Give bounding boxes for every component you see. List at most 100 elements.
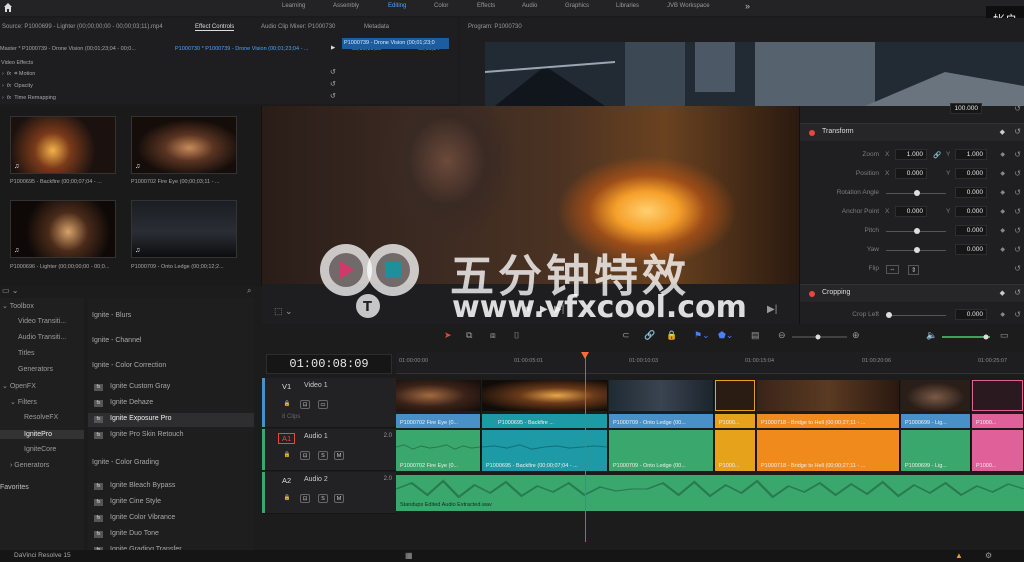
reset-icon[interactable]: ↺ bbox=[1014, 310, 1021, 319]
audio-clip[interactable]: P1000702 Fire Eye (0... bbox=[396, 430, 481, 471]
mute-button[interactable]: M bbox=[334, 494, 344, 503]
media-pool-clip[interactable]: ♫ bbox=[131, 200, 237, 258]
reset-icon[interactable]: ↺ bbox=[330, 68, 336, 76]
tree-resolvefx[interactable]: ResolveFX bbox=[24, 414, 58, 421]
tab-jvb-workspace[interactable]: JVB Workspace bbox=[667, 3, 710, 9]
flip-vertical-icon[interactable]: ⇕ bbox=[908, 265, 920, 275]
anchor-x-field[interactable]: 0.000 bbox=[895, 206, 927, 217]
lock-icon[interactable]: 🔒 bbox=[282, 494, 292, 503]
tab-assembly[interactable]: Assembly bbox=[333, 3, 359, 9]
audio-clip[interactable]: P1000699 - Lig... bbox=[901, 430, 971, 471]
timeline-ruler[interactable]: 01:00:00:00 01:00:05:01 01:00:10:03 01:0… bbox=[396, 352, 1024, 374]
zoom-x-field[interactable]: 1.000 bbox=[895, 149, 927, 160]
selection-tool-icon[interactable]: ➤ bbox=[444, 330, 452, 341]
lock-icon[interactable]: 🔒 bbox=[282, 451, 292, 460]
zoom-out-icon[interactable]: ⊖ bbox=[778, 330, 786, 341]
blade-tool-icon[interactable]: ⌷ bbox=[514, 330, 519, 341]
auto-select-icon[interactable]: ⊡ bbox=[300, 451, 310, 460]
track-name[interactable]: Audio 2 bbox=[304, 476, 328, 483]
keyframe-diamond-icon[interactable]: ◆ bbox=[1000, 151, 1005, 158]
video-clip[interactable]: P1000... bbox=[972, 380, 1024, 428]
motion-row[interactable]: › fx ⌗ Motion bbox=[2, 71, 35, 78]
track-id[interactable]: A1 bbox=[278, 433, 296, 444]
audio-clip[interactable]: P1000718 - Bridge to Hell (00;00;27;11 -… bbox=[757, 430, 900, 471]
keyframe-diamond-icon[interactable]: ◆ bbox=[1000, 189, 1005, 196]
effect-item[interactable]: fx Ignite Color Vibrance bbox=[88, 512, 254, 526]
zoom-in-icon[interactable]: ⊕ bbox=[852, 330, 860, 341]
edit-page-icon[interactable]: ▦ bbox=[405, 551, 413, 560]
solo-button[interactable]: S bbox=[318, 494, 328, 503]
tree-titles[interactable]: Titles bbox=[18, 350, 34, 357]
track-header-v1[interactable]: V1 Video 1 🔒 ⊡ ▭ 8 Clips bbox=[262, 378, 396, 428]
media-pool-clip[interactable]: ♫ bbox=[131, 116, 237, 174]
group-color-correction[interactable]: Ignite - Color Correction bbox=[92, 362, 166, 369]
more-workspaces-icon[interactable]: » bbox=[745, 1, 750, 11]
top-value-field[interactable]: 100.000 bbox=[950, 103, 982, 114]
rotation-field[interactable]: 0.000 bbox=[955, 187, 987, 198]
program-title[interactable]: Program: P1000730 bbox=[468, 24, 522, 30]
tab-effects[interactable]: Effects bbox=[477, 3, 495, 9]
tree-toolbox[interactable]: ⌄ Toolbox bbox=[2, 302, 34, 310]
effect-item-selected[interactable]: fx Ignite Exposure Pro bbox=[88, 413, 254, 427]
sequence-clip-label[interactable]: P1000730 * P1000739 - Drone Vision (00;0… bbox=[175, 46, 309, 52]
dynamic-trim-icon[interactable]: ⧈ bbox=[490, 330, 496, 341]
auto-select-icon[interactable]: ⊡ bbox=[300, 400, 310, 409]
tree-openfx[interactable]: ⌄ OpenFX bbox=[2, 382, 36, 390]
transform-section-header[interactable]: Transform ◆ ↺ bbox=[800, 123, 1024, 141]
group-channel[interactable]: Ignite - Channel bbox=[92, 337, 141, 344]
home-icon[interactable] bbox=[3, 2, 13, 13]
timeline-timecode[interactable]: 01:00:08:09 bbox=[266, 354, 392, 374]
volume-slider[interactable] bbox=[942, 334, 990, 340]
group-color-grading[interactable]: Ignite - Color Grading bbox=[92, 459, 159, 466]
anchor-y-field[interactable]: 0.000 bbox=[955, 206, 987, 217]
media-pool-clip[interactable]: ♫ bbox=[10, 200, 116, 258]
effect-item[interactable]: fx Ignite Dehaze bbox=[88, 397, 254, 411]
tab-graphics[interactable]: Graphics bbox=[565, 3, 589, 9]
track-header-a2[interactable]: A2 Audio 2 2.0 🔒 ⊡ S M bbox=[262, 472, 396, 514]
reset-icon[interactable]: ↺ bbox=[1014, 264, 1021, 273]
tree-ignitepro[interactable]: IgnitePro bbox=[0, 430, 84, 439]
opacity-row[interactable]: › fx Opacity bbox=[2, 83, 33, 89]
tab-effect-controls[interactable]: Effect Controls bbox=[195, 24, 235, 31]
track-header-a1[interactable]: A1 Audio 1 2.0 🔒 ⊡ S M bbox=[262, 429, 396, 471]
reset-icon[interactable]: ↺ bbox=[1014, 245, 1021, 254]
reset-icon[interactable]: ↺ bbox=[1014, 188, 1021, 197]
solo-button[interactable]: S bbox=[318, 451, 328, 460]
playhead-line[interactable] bbox=[585, 352, 586, 542]
enable-video-icon[interactable]: ▭ bbox=[318, 400, 328, 409]
crop-left-slider-knob[interactable] bbox=[886, 312, 892, 318]
tab-metadata[interactable]: Metadata bbox=[364, 24, 389, 30]
search-icon[interactable]: ⌕ bbox=[247, 286, 251, 296]
reset-icon[interactable]: ↺ bbox=[330, 92, 336, 100]
flag-icon[interactable]: ⚑⌄ bbox=[694, 330, 710, 341]
video-clip[interactable]: P1000718 - Bridge to Hell (00;00;27;11 -… bbox=[757, 380, 900, 428]
mute-button[interactable]: M bbox=[334, 451, 344, 460]
crop-left-field[interactable]: 0.000 bbox=[955, 309, 987, 320]
tree-generators-2[interactable]: › Generators bbox=[10, 462, 49, 469]
video-clip[interactable]: P1000709 - Onto Ledge (00... bbox=[609, 380, 714, 428]
zoom-slider[interactable] bbox=[792, 334, 847, 340]
audio-clip[interactable]: P1000... bbox=[715, 430, 756, 471]
master-clip-label[interactable]: Master * P1000739 - Drone Vision (00;01;… bbox=[0, 46, 136, 52]
zoom-y-field[interactable]: 1.000 bbox=[955, 149, 987, 160]
position-y-field[interactable]: 0.000 bbox=[955, 168, 987, 179]
reset-icon[interactable]: ↺ bbox=[1014, 169, 1021, 178]
linked-selection-icon[interactable]: 🔗 bbox=[644, 330, 655, 341]
trim-tool-icon[interactable]: ⧉ bbox=[466, 330, 472, 341]
audio-clip-a2[interactable]: Standups Edited Audio Extracted.wav bbox=[396, 475, 1024, 511]
reset-icon[interactable]: ↺ bbox=[1014, 104, 1021, 113]
video-clip[interactable]: P1000... bbox=[715, 380, 756, 428]
tree-generators[interactable]: Generators bbox=[18, 366, 53, 373]
last-frame-icon[interactable]: ▶| bbox=[767, 304, 777, 315]
effect-item[interactable]: fx Ignite Cine Style bbox=[88, 496, 254, 510]
video-clip[interactable]: P1000699 - Lig... bbox=[901, 380, 971, 428]
lock-icon[interactable]: 🔒 bbox=[282, 400, 292, 409]
keyframe-diamond-icon[interactable]: ◆ bbox=[1000, 208, 1005, 215]
tree-filters[interactable]: ⌄ Filters bbox=[10, 398, 37, 406]
position-x-field[interactable]: 0.000 bbox=[895, 168, 927, 179]
audio-meter-icon[interactable]: ▭ bbox=[1000, 330, 1009, 341]
audio-clip[interactable]: P1000... bbox=[972, 430, 1024, 471]
group-blurs[interactable]: Ignite - Blurs bbox=[92, 312, 131, 319]
auto-select-icon[interactable]: ⊡ bbox=[300, 494, 310, 503]
tab-libraries[interactable]: Libraries bbox=[616, 3, 639, 9]
